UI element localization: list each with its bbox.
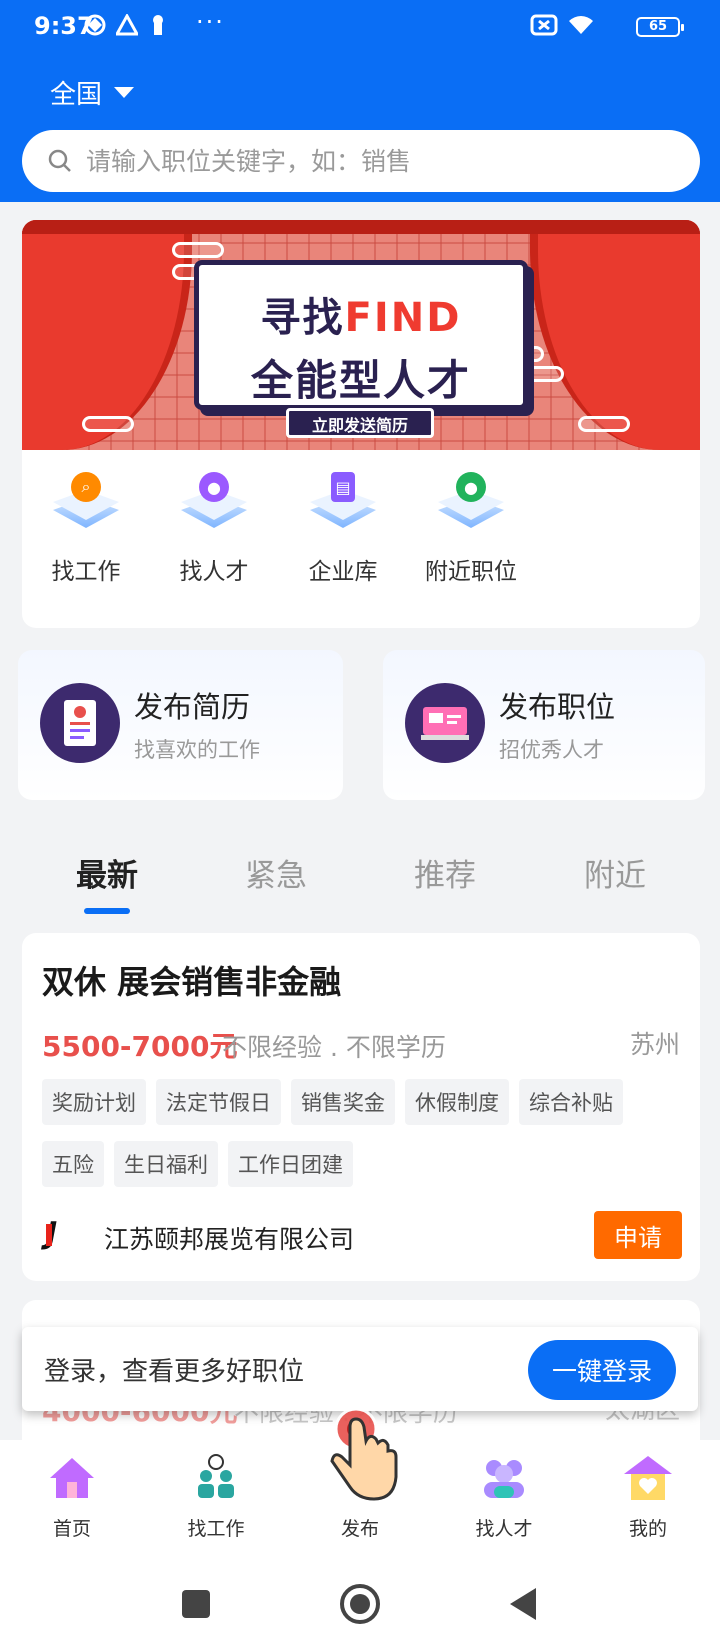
one-click-login-button[interactable]: 一键登录 bbox=[528, 1340, 676, 1400]
benefit-tag: 综合补贴 bbox=[519, 1079, 623, 1125]
status-bar: 9:37 ··· 65 bbox=[0, 0, 720, 56]
search-icon bbox=[48, 149, 71, 172]
apply-button[interactable]: 申请 bbox=[594, 1211, 682, 1259]
curtain-valance bbox=[22, 220, 700, 234]
job-salary: 5500-7000元 bbox=[42, 1030, 238, 1063]
publish-resume-title: 发布简历 bbox=[134, 690, 251, 724]
job-city: 苏州 bbox=[629, 1030, 680, 1059]
job-requirements: 不限经验 . 不限学历 bbox=[222, 1033, 446, 1062]
company-name: 江苏颐邦展览有限公司 bbox=[104, 1225, 355, 1254]
monitor-icon bbox=[405, 683, 485, 763]
talent-group-icon bbox=[484, 1460, 524, 1498]
search-input[interactable] bbox=[86, 146, 646, 176]
more-notifications-icon: ··· bbox=[196, 8, 225, 36]
active-tab-indicator bbox=[84, 908, 130, 914]
warning-icon bbox=[116, 14, 138, 36]
feature-card: 寻找FIND 全能型人才 立即发送简历 ⌕ 找工作 ● 找人才 ▤ 企业库 ● … bbox=[22, 220, 700, 628]
quick-link-find-job[interactable]: ⌕ 找工作 bbox=[31, 468, 141, 586]
person-icon: ● bbox=[177, 468, 251, 542]
nav-home[interactable]: 首页 bbox=[12, 1454, 132, 1541]
magnifier-icon: ⌕ bbox=[49, 468, 123, 542]
tab-nearby[interactable]: 附近 bbox=[555, 850, 675, 895]
recent-apps-icon[interactable] bbox=[182, 1590, 210, 1618]
battery-icon: 65 bbox=[636, 17, 684, 37]
benefit-tag: 五险 bbox=[42, 1141, 104, 1187]
back-icon[interactable] bbox=[510, 1588, 536, 1620]
chevron-down-icon bbox=[114, 87, 135, 98]
publish-position-subtitle: 招优秀人才 bbox=[499, 738, 604, 762]
job-title: 双休 展会销售非金融 bbox=[42, 963, 342, 1001]
nav-profile[interactable]: 我的 bbox=[588, 1454, 708, 1541]
quick-link-company-library[interactable]: ▤ 企业库 bbox=[288, 468, 398, 586]
publish-position-card[interactable]: 发布职位 招优秀人才 bbox=[383, 650, 705, 800]
location-pin-icon: ● bbox=[434, 468, 508, 542]
home-icon bbox=[50, 1458, 94, 1498]
banner-line-1: 寻找FIND bbox=[260, 295, 462, 341]
paperclip-icon bbox=[82, 416, 134, 432]
job-benefit-tags: 奖励计划 法定节假日 销售奖金 休假制度 综合补贴 五险 生日福利 工作日团建 bbox=[42, 1079, 682, 1187]
quick-link-nearby-jobs[interactable]: ● 附近职位 bbox=[416, 468, 526, 586]
benefit-tag: 工作日团建 bbox=[228, 1141, 353, 1187]
login-prompt-bar: 登录，查看更多好职位 一键登录 bbox=[22, 1327, 698, 1411]
tab-latest[interactable]: 最新 bbox=[47, 850, 167, 895]
publish-position-title: 发布职位 bbox=[499, 690, 616, 724]
resume-icon bbox=[40, 683, 120, 763]
data-disabled-icon bbox=[530, 14, 558, 36]
book-icon: ▤ bbox=[306, 468, 380, 542]
publish-resume-subtitle: 找喜欢的工作 bbox=[134, 738, 260, 762]
region-label: 全国 bbox=[50, 80, 103, 110]
send-resume-button[interactable]: 立即发送简历 bbox=[286, 408, 434, 438]
benefit-tag: 奖励计划 bbox=[42, 1079, 146, 1125]
nav-find-talent[interactable]: 找人才 bbox=[444, 1454, 564, 1541]
job-tabs: 最新 紧急 推荐 附近 bbox=[0, 840, 720, 920]
tab-recommended[interactable]: 推荐 bbox=[385, 850, 505, 895]
benefit-tag: 销售奖金 bbox=[291, 1079, 395, 1125]
benefit-tag: 生日福利 bbox=[114, 1141, 218, 1187]
benefit-tag: 法定节假日 bbox=[156, 1079, 281, 1125]
banner-line-2: 全能型人才 bbox=[250, 356, 471, 405]
job-seekers-icon bbox=[198, 1454, 234, 1498]
keyhole-icon bbox=[153, 15, 163, 35]
benefit-tag: 休假制度 bbox=[405, 1079, 509, 1125]
paperclip-icon bbox=[172, 242, 224, 258]
search-bar[interactable] bbox=[22, 130, 700, 192]
region-selector[interactable]: 全国 bbox=[50, 74, 135, 111]
wifi-icon bbox=[569, 16, 593, 34]
banner-headline-board: 寻找FIND 全能型人才 bbox=[194, 260, 528, 410]
nav-find-job[interactable]: 找工作 bbox=[156, 1454, 276, 1541]
system-navigation-bar bbox=[0, 1560, 720, 1650]
company-logo: J bbox=[46, 1216, 86, 1256]
app-header: 9:37 ··· 65 全国 bbox=[0, 0, 720, 202]
publish-resume-card[interactable]: 发布简历 找喜欢的工作 bbox=[18, 650, 343, 800]
login-prompt-text: 登录，查看更多好职位 bbox=[44, 1357, 305, 1387]
tap-hand-icon bbox=[330, 1407, 398, 1501]
home-button-icon[interactable] bbox=[340, 1584, 380, 1624]
sync-icon bbox=[84, 14, 106, 36]
paperclip-icon bbox=[578, 416, 630, 432]
quick-link-find-talent[interactable]: ● 找人才 bbox=[159, 468, 269, 586]
promo-banner[interactable]: 寻找FIND 全能型人才 立即发送简历 bbox=[22, 220, 700, 450]
tab-urgent[interactable]: 紧急 bbox=[216, 850, 336, 895]
profile-house-icon bbox=[624, 1456, 672, 1500]
job-card[interactable]: 双休 展会销售非金融 5500-7000元 不限经验 . 不限学历 苏州 奖励计… bbox=[22, 933, 700, 1281]
